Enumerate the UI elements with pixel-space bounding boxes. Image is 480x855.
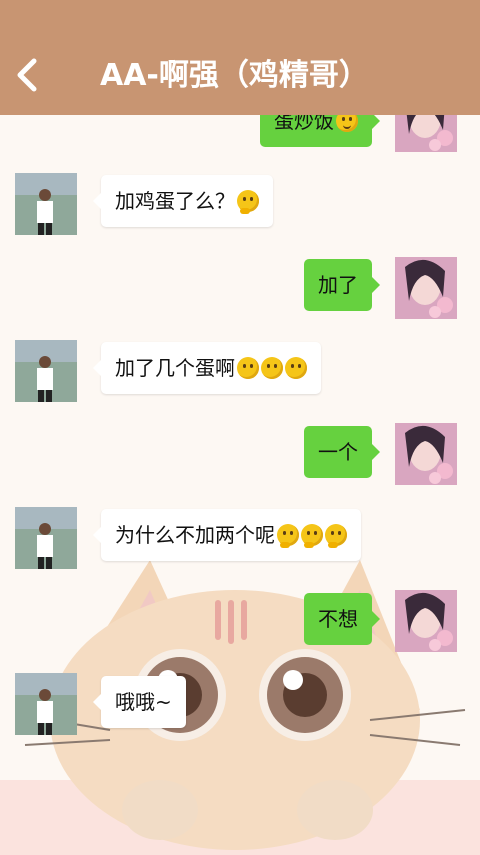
message-bubble[interactable]: 一个 bbox=[304, 426, 380, 478]
chat-title: AA-啊强（鸡精哥） bbox=[100, 58, 369, 93]
thinking-face-icon bbox=[277, 523, 299, 548]
message-bubble[interactable]: 加鸡蛋了么？ bbox=[93, 175, 273, 227]
message-text: 一个 bbox=[318, 440, 358, 464]
message-text: 为什么不加两个呢 bbox=[115, 523, 275, 547]
message-list[interactable]: 蛋炒饭 加鸡蛋了么？ 加了 加了几个蛋啊 一个 为什么不加两个呢 不想 哦哦~ bbox=[0, 0, 480, 855]
my-avatar[interactable] bbox=[395, 423, 457, 485]
contact-avatar[interactable] bbox=[15, 673, 77, 735]
my-avatar[interactable] bbox=[395, 257, 457, 319]
thinking-face-icon bbox=[325, 523, 347, 548]
message-bubble[interactable]: 为什么不加两个呢 bbox=[93, 509, 361, 561]
hand-over-mouth-face-icon bbox=[285, 356, 307, 379]
chevron-left-icon[interactable] bbox=[8, 55, 48, 95]
message-text: 加鸡蛋了么？ bbox=[115, 189, 235, 213]
message-text: 加了 bbox=[318, 273, 358, 297]
my-avatar[interactable] bbox=[395, 590, 457, 652]
hand-over-mouth-face-icon bbox=[237, 356, 259, 379]
contact-avatar[interactable] bbox=[15, 507, 77, 569]
thinking-face-icon bbox=[237, 189, 259, 214]
hand-over-mouth-face-icon bbox=[261, 356, 283, 379]
message-text: 不想 bbox=[318, 607, 358, 631]
message-bubble[interactable]: 哦哦~ bbox=[93, 676, 186, 728]
message-bubble[interactable]: 加了 bbox=[304, 259, 380, 311]
message-bubble[interactable]: 不想 bbox=[304, 593, 380, 645]
message-text: 哦哦~ bbox=[115, 690, 172, 714]
contact-avatar[interactable] bbox=[15, 173, 77, 235]
thinking-face-icon bbox=[301, 523, 323, 548]
contact-avatar[interactable] bbox=[15, 340, 77, 402]
message-bubble[interactable]: 加了几个蛋啊 bbox=[93, 342, 321, 394]
message-text: 加了几个蛋啊 bbox=[115, 356, 235, 380]
chat-header: AA-啊强（鸡精哥） bbox=[0, 0, 480, 115]
